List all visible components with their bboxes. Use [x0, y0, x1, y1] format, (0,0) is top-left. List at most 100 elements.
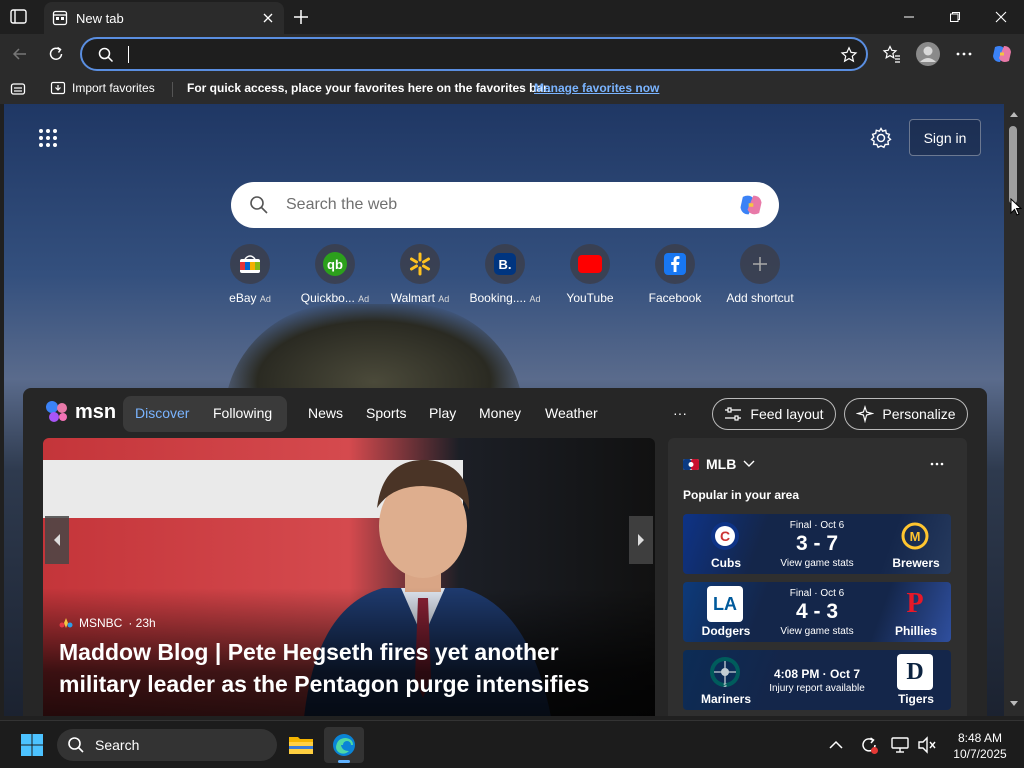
windows-start-icon[interactable] — [12, 727, 52, 763]
add-shortcut-button[interactable]: Add shortcut — [717, 244, 803, 305]
away-team-name: Brewers — [892, 556, 940, 570]
personalize-button[interactable]: Personalize — [844, 398, 968, 430]
nav-news[interactable]: News — [308, 405, 343, 421]
view-game-stats-link[interactable]: View game stats — [767, 558, 867, 569]
hero-story-card[interactable]: MSNBC · 23h Maddow Blog | Pete Hegseth f… — [43, 438, 655, 716]
back-button[interactable] — [4, 38, 36, 70]
nav-more-button[interactable]: ··· — [673, 405, 687, 421]
tab-new-tab[interactable]: New tab — [44, 2, 284, 34]
favorites-divider — [172, 82, 173, 97]
volume-muted-icon[interactable] — [912, 727, 942, 763]
manage-favorites-link[interactable]: Manage favorites now — [534, 81, 659, 95]
tigers-logo-icon: D — [897, 654, 933, 690]
taskbar-clock[interactable]: 8:48 AM 10/7/2025 — [945, 730, 1015, 762]
story-source: MSNBC · 23h — [59, 616, 156, 630]
minimize-button[interactable] — [886, 0, 932, 34]
mlb-scores-widget: MLB Popular in your area C Cubs Final · … — [668, 438, 967, 716]
ad-badge: Ad — [529, 294, 541, 304]
nav-weather[interactable]: Weather — [545, 405, 598, 421]
address-input-caret[interactable] — [128, 46, 129, 63]
scroll-down-arrow-icon[interactable] — [1009, 700, 1019, 708]
app-launcher-icon[interactable] — [38, 128, 58, 148]
mlb-more-options-icon[interactable] — [930, 462, 944, 466]
msnbc-logo-icon — [59, 617, 73, 629]
walmart-spark-icon — [400, 244, 440, 284]
shortcut-label: Add shortcut — [726, 291, 794, 305]
injury-report-note[interactable]: Injury report available — [757, 683, 877, 694]
scrollbar-thumb[interactable] — [1009, 126, 1017, 204]
phillies-logo-icon: P — [906, 588, 924, 619]
mariners-logo-icon: S — [707, 654, 743, 690]
taskbar-search-label: Search — [95, 737, 140, 753]
personalize-label: Personalize — [882, 406, 956, 422]
nav-play[interactable]: Play — [429, 405, 456, 421]
reading-view-icon[interactable] — [10, 81, 26, 97]
msn-logo[interactable]: msn — [45, 400, 116, 424]
page-settings-gear-icon[interactable] — [870, 127, 892, 149]
game-status: Final · Oct 6 — [789, 588, 845, 599]
add-favorite-star-icon[interactable] — [840, 46, 858, 64]
story-source-name: MSNBC — [79, 616, 123, 630]
hero-next-button[interactable] — [629, 516, 653, 564]
clock-time: 8:48 AM — [957, 731, 1003, 745]
hero-prev-button[interactable] — [45, 516, 69, 564]
tab-following[interactable]: Following — [213, 405, 272, 421]
shortcut-quickbooks[interactable]: qb Quickbo... Ad — [292, 244, 378, 305]
edge-taskbar-icon[interactable] — [324, 727, 364, 763]
web-search-box[interactable]: Search the web — [231, 182, 779, 228]
restore-button[interactable] — [932, 0, 978, 34]
view-game-stats-link[interactable]: View game stats — [767, 626, 867, 637]
close-window-button[interactable] — [978, 0, 1024, 34]
copilot-search-icon[interactable] — [737, 191, 765, 219]
update-sync-icon[interactable] — [852, 727, 886, 763]
shortcut-booking[interactable]: B. Booking.... Ad — [462, 244, 548, 305]
nav-money[interactable]: Money — [479, 405, 521, 421]
story-age: · 23h — [128, 616, 156, 630]
show-hidden-icons-chevron-icon[interactable] — [818, 727, 854, 763]
story-headline[interactable]: Maddow Blog | Pete Hegseth fires yet ano… — [59, 636, 619, 700]
import-favorites-button[interactable]: Import favorites — [50, 80, 155, 96]
game-card[interactable]: C Cubs Final · Oct 6 3 - 7 View game sta… — [683, 514, 951, 574]
feed-segment-control: Discover Following — [123, 396, 287, 432]
profile-avatar-icon[interactable] — [912, 38, 944, 70]
game-score: 4 - 3 — [795, 600, 839, 623]
feed-layout-button[interactable]: Feed layout — [712, 398, 836, 430]
sparkle-icon — [856, 405, 875, 423]
shortcut-ebay[interactable]: eBay Ad — [207, 244, 293, 305]
shortcut-label: Quickbo... — [300, 291, 355, 305]
web-search-icon — [249, 195, 269, 215]
facebook-icon — [655, 244, 695, 284]
taskbar-search-box[interactable]: Search — [57, 729, 277, 761]
close-tab-icon[interactable] — [262, 12, 274, 24]
file-explorer-icon[interactable] — [281, 727, 321, 763]
sign-in-button[interactable]: Sign in — [909, 119, 981, 156]
new-tab-page: Sign in Search the web eBay Ad qb Quickb… — [4, 104, 1004, 716]
new-tab-button[interactable] — [292, 8, 310, 26]
favorites-button[interactable] — [876, 38, 908, 70]
tab-discover[interactable]: Discover — [135, 405, 189, 421]
import-favorites-label: Import favorites — [72, 81, 155, 95]
mlb-header[interactable]: MLB — [683, 456, 755, 472]
address-bar[interactable] — [80, 37, 868, 71]
brewers-logo-icon: M — [897, 518, 933, 554]
shortcut-youtube[interactable]: YouTube — [547, 244, 633, 305]
shortcut-walmart[interactable]: Walmart Ad — [377, 244, 463, 305]
settings-more-button[interactable] — [948, 38, 980, 70]
game-card[interactable]: LA Dodgers Final · Oct 6 4 - 3 View game… — [683, 582, 951, 642]
mlb-subtitle: Popular in your area — [683, 488, 800, 502]
away-team-name: Phillies — [894, 624, 938, 638]
game-time: 4:08 PM · Oct 7 — [773, 667, 861, 681]
shortcut-label: eBay — [229, 291, 257, 305]
page-scrollbar[interactable] — [1004, 104, 1024, 716]
refresh-button[interactable] — [40, 38, 72, 70]
shortcut-label: Walmart — [390, 291, 435, 305]
title-bar: New tab — [0, 0, 1024, 34]
scroll-up-arrow-icon[interactable] — [1009, 110, 1019, 118]
copilot-icon[interactable] — [986, 38, 1018, 70]
game-card[interactable]: S Mariners 4:08 PM · Oct 7 Injury report… — [683, 650, 951, 710]
plus-icon — [740, 244, 780, 284]
tab-actions-icon[interactable] — [8, 7, 30, 27]
nav-sports[interactable]: Sports — [366, 405, 406, 421]
shortcut-facebook[interactable]: Facebook — [632, 244, 718, 305]
svg-text:qb: qb — [327, 257, 343, 272]
